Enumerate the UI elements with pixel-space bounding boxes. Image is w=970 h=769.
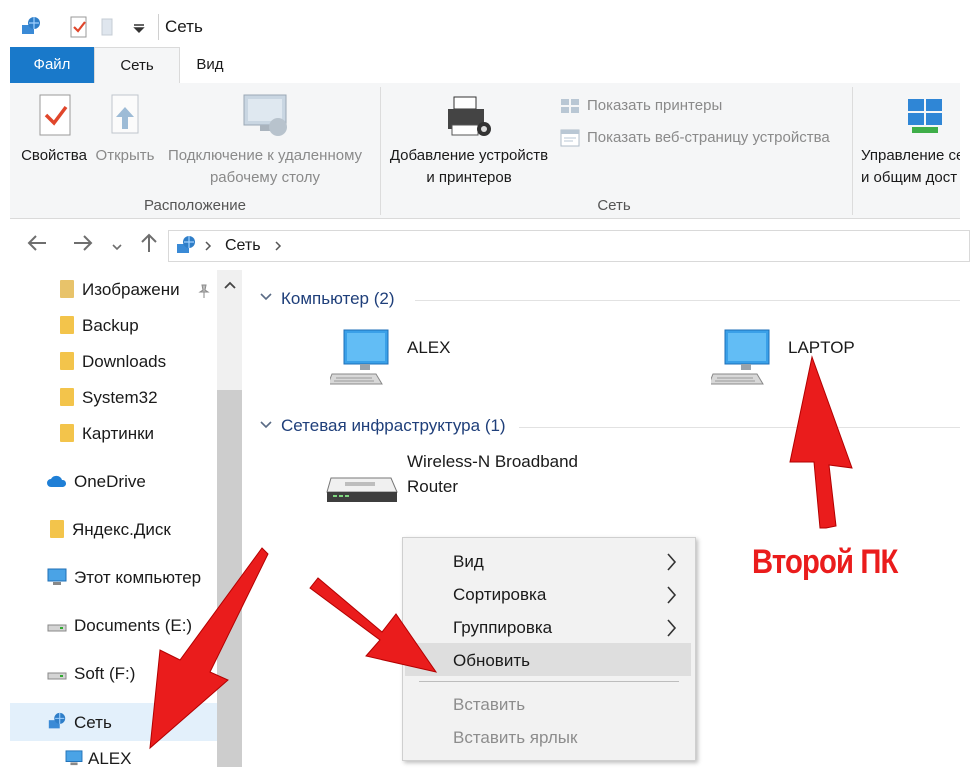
annotation-label: Второй ПК [752, 543, 898, 581]
annotation-arrow-refresh [309, 577, 438, 673]
annotation-arrow-laptop [789, 355, 853, 529]
annotation-arrow-network [149, 547, 269, 750]
annotation-overlay [149, 355, 853, 750]
